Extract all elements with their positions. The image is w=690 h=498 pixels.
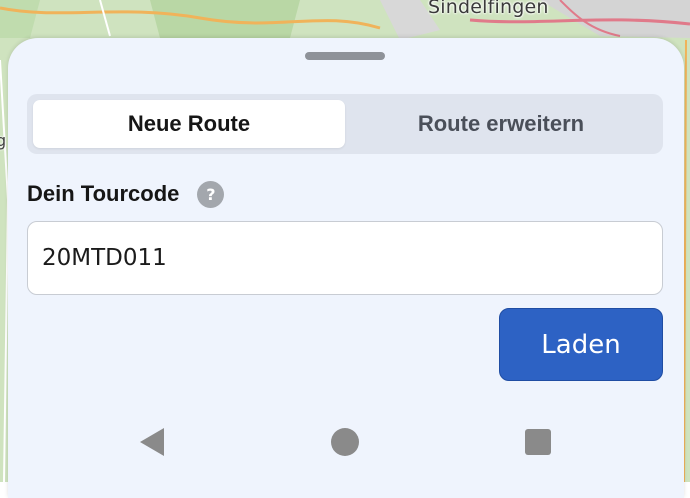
nav-back-button[interactable]: [134, 424, 170, 460]
tab-neue-route[interactable]: Neue Route: [33, 100, 345, 148]
laden-button[interactable]: Laden: [499, 308, 663, 381]
route-mode-segmented-control: Neue Route Route erweitern: [27, 94, 663, 154]
system-navigation-bar: [8, 420, 684, 464]
map-edge-label: g: [0, 131, 7, 150]
triangle-back-icon: [140, 428, 164, 456]
tourcode-input[interactable]: [27, 221, 663, 295]
bottom-sheet: Neue Route Route erweitern Dein Tourcode…: [8, 38, 684, 498]
drag-handle[interactable]: [305, 52, 385, 60]
square-recents-icon: [525, 429, 551, 455]
circle-home-icon: [331, 428, 359, 456]
map-place-label: Sindelfingen: [428, 0, 549, 18]
nav-recents-button[interactable]: [520, 424, 556, 460]
tourcode-label: Dein Tourcode: [27, 181, 180, 206]
tab-route-erweitern[interactable]: Route erweitern: [345, 100, 657, 148]
tourcode-label-row: Dein Tourcode ?: [27, 178, 225, 210]
question-circle-icon[interactable]: ?: [197, 180, 225, 208]
nav-home-button[interactable]: [327, 424, 363, 460]
